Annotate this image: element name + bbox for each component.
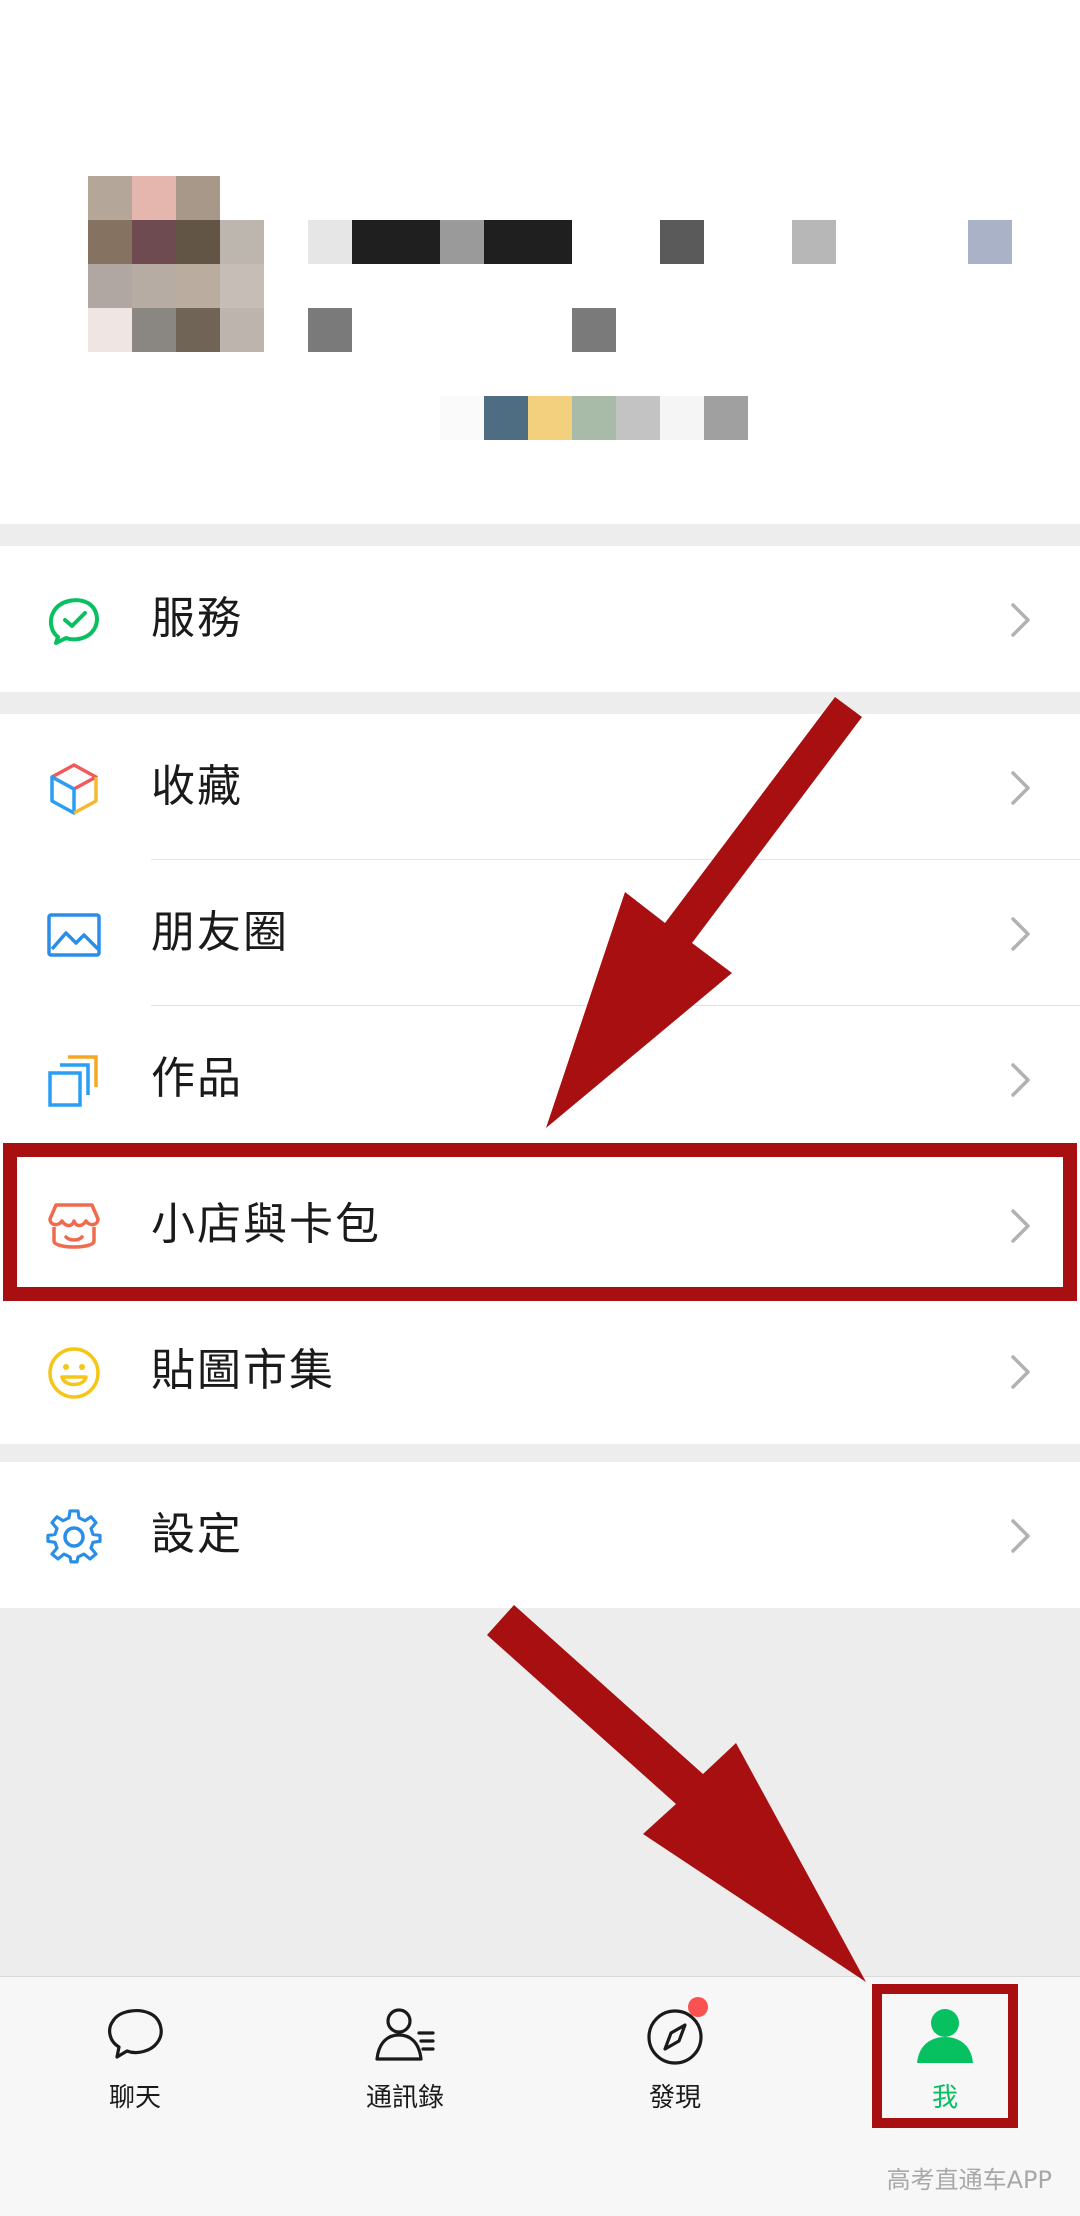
annotation-arrow-to-me — [487, 1605, 866, 1982]
annotation-arrows — [487, 697, 866, 1982]
annotation-arrow-to-shop — [546, 697, 862, 1128]
